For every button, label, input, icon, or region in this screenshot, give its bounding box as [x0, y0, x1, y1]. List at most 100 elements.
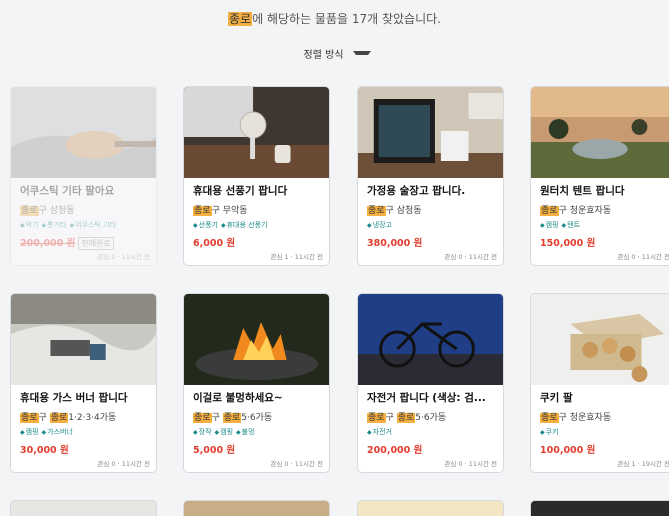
product-price: 100,000 원 — [540, 445, 596, 456]
location-text: 구 무악동 — [211, 206, 248, 216]
location-text: 구 — [385, 413, 397, 423]
product-price: 5,000 원 — [193, 445, 236, 456]
product-price: 6,000 원 — [193, 238, 236, 249]
location-text: 구 삼청동 — [385, 206, 422, 216]
product-card[interactable]: 휴대용 가스 버너 팝니다 종로구 종로1·2·3·4가동 캠핑가스버너 30,… — [10, 293, 157, 473]
product-card[interactable]: 원터치 텐트 팝니다 종로구 청운효자동 캠핑텐트 150,000 원 관심 0… — [530, 86, 669, 266]
location-text: 구 청운효자동 — [558, 206, 612, 216]
product-location: 종로구 청운효자동 — [540, 203, 667, 216]
keyword-highlight: 종로 — [222, 413, 242, 423]
product-meta: 관심 0 · 11시간 전 — [97, 253, 150, 261]
product-location: 종로구 종로1·2·3·4가동 — [20, 410, 147, 423]
tag: 텐트 — [562, 221, 581, 229]
location-text: 구 — [38, 413, 50, 423]
price-value: 200,000 원 — [20, 238, 76, 249]
location-text: 1·2·3·4가동 — [68, 413, 117, 423]
product-meta: 관심 0 · 11시간 전 — [97, 460, 150, 468]
keyword-highlight: 종로 — [193, 206, 212, 216]
product-tags: 선풍기휴대용 선풍기 — [193, 220, 320, 230]
sort-label: 정렬 방식 — [303, 50, 344, 61]
product-image — [184, 87, 329, 178]
tag: 휴대용 선풍기 — [221, 221, 268, 229]
tag: 장작 — [193, 428, 212, 436]
keyword-highlight: 종로 — [20, 206, 39, 216]
product-card[interactable]: 휴대용 선풍기 팝니다 종로구 무악동 선풍기휴대용 선풍기 6,000 원 관… — [183, 86, 330, 266]
product-location: 종로구 무악동 — [193, 203, 320, 216]
tag: 가스버너 — [42, 428, 73, 436]
product-title: 어쿠스틱 기타 팔아요 — [20, 185, 115, 197]
product-tags: 냉장고 — [367, 220, 494, 230]
product-card-partial[interactable] — [357, 500, 504, 516]
product-location: 종로구 삼청동 — [367, 203, 494, 216]
tag: 어쿠스틱 기타 — [69, 221, 116, 229]
keyword-highlight: 종로 — [193, 413, 212, 423]
keyword-highlight: 종로 — [228, 12, 253, 26]
product-location: 종로구 청운효자동 — [540, 410, 667, 423]
tag: 냉장고 — [367, 221, 392, 229]
tag: 통기타 — [42, 221, 67, 229]
summary-text: 에 해당하는 물품을 17개 찾았습니다. — [252, 12, 441, 26]
product-image — [531, 87, 669, 178]
tag: 선풍기 — [193, 221, 218, 229]
product-card[interactable]: 자전거 팝니다 (색상: 검... 종로구 종로5·6가동 자전거 200,00… — [357, 293, 504, 473]
product-image — [184, 294, 329, 385]
product-card-partial[interactable] — [10, 500, 157, 516]
keyword-highlight: 종로 — [540, 413, 559, 423]
product-meta: 관심 0 · 11시간 전 — [444, 253, 497, 261]
product-tags: 악기통기타어쿠스틱 기타 — [20, 220, 147, 230]
product-tags: 장작캠핑불멍 — [193, 427, 320, 437]
tag: 캠핑 — [540, 221, 559, 229]
keyword-highlight: 종로 — [540, 206, 559, 216]
product-location: 종로구 종로5·6가동 — [193, 410, 320, 423]
keyword-highlight: 종로 — [396, 413, 416, 423]
keyword-highlight: 종로 — [20, 413, 39, 423]
product-location: 종로구 삼청동 — [20, 203, 147, 216]
product-image — [358, 87, 503, 178]
product-price: 380,000 원 — [367, 238, 423, 249]
product-meta: 관심 0 · 11시간 전 — [617, 253, 669, 261]
product-title: 휴대용 가스 버너 팝니다 — [20, 392, 128, 404]
location-text: 구 — [211, 413, 223, 423]
product-meta: 관심 1 · 11시간 전 — [270, 253, 323, 261]
product-meta: 관심 0 · 11시간 전 — [270, 460, 323, 468]
location-text: 5·6가동 — [241, 413, 273, 423]
product-tags: 캠핑텐트 — [540, 220, 667, 230]
product-title: 원터치 텐트 팝니다 — [540, 185, 625, 197]
product-title: 쿠키 팔 — [540, 392, 573, 404]
product-card-partial[interactable] — [183, 500, 330, 516]
product-price: 30,000 원 — [20, 445, 69, 456]
tag: 자전거 — [367, 428, 392, 436]
product-tags: 자전거 — [367, 427, 494, 437]
product-meta: 관심 1 · 19시간 전 — [617, 460, 669, 468]
product-title: 휴대용 선풍기 팝니다 — [193, 185, 288, 197]
tag: 악기 — [20, 221, 39, 229]
product-card-partial[interactable] — [530, 500, 669, 516]
product-image — [358, 294, 503, 385]
product-location: 종로구 종로5·6가동 — [367, 410, 494, 423]
sold-out-badge: 판매완료 — [78, 237, 114, 250]
product-card[interactable]: 쿠키 팔 종로구 청운효자동 쿠키 100,000 원 관심 1 · 19시간 … — [530, 293, 669, 473]
caret-down-icon — [353, 51, 372, 59]
search-result-summary: 종로에 해당하는 물품을 17개 찾았습니다. — [0, 10, 669, 27]
product-card[interactable]: 이걸로 불멍하세요~ 종로구 종로5·6가동 장작캠핑불멍 5,000 원 관심… — [183, 293, 330, 473]
product-price: 200,000 원 판매완료 — [20, 235, 147, 250]
location-text: 5·6가동 — [415, 413, 447, 423]
product-card[interactable]: 어쿠스틱 기타 팔아요 종로구 삼청동 악기통기타어쿠스틱 기타 200,000… — [10, 86, 157, 266]
keyword-highlight: 종로 — [367, 206, 386, 216]
product-card[interactable]: 가정용 술장고 팝니다. 종로구 삼청동 냉장고 380,000 원 관심 0 … — [357, 86, 504, 266]
product-price: 200,000 원 — [367, 445, 423, 456]
tag: 쿠키 — [540, 428, 559, 436]
keyword-highlight: 종로 — [367, 413, 386, 423]
tag: 캠핑 — [20, 428, 39, 436]
sort-dropdown[interactable]: 정렬 방식 — [0, 42, 669, 65]
tag: 불멍 — [236, 428, 255, 436]
location-text: 구 삼청동 — [38, 206, 75, 216]
product-tags: 캠핑가스버너 — [20, 427, 147, 437]
product-price: 150,000 원 — [540, 238, 596, 249]
product-meta: 관심 0 · 11시간 전 — [444, 460, 497, 468]
product-title: 자전거 팝니다 (색상: 검... — [367, 392, 486, 404]
product-image — [11, 87, 156, 178]
product-image — [531, 294, 669, 385]
location-text: 구 청운효자동 — [558, 413, 612, 423]
product-title: 가정용 술장고 팝니다. — [367, 185, 466, 197]
